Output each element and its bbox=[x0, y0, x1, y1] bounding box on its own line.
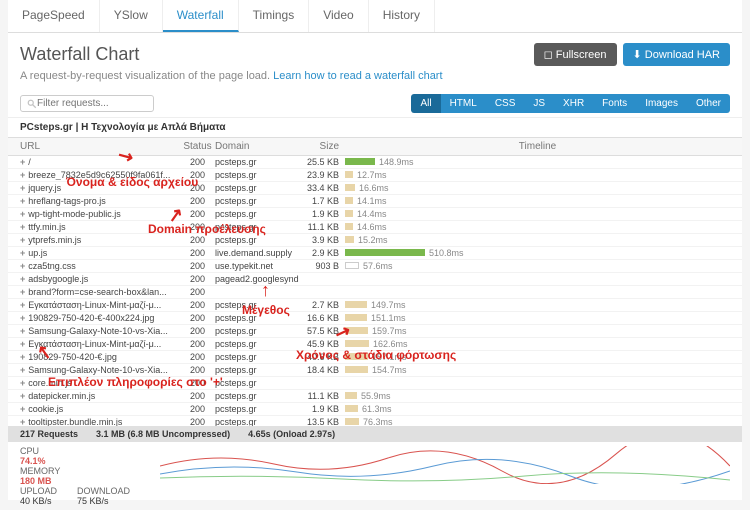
filter-xhr[interactable]: XHR bbox=[554, 94, 593, 113]
expand-icon[interactable]: + bbox=[20, 391, 25, 401]
table-row[interactable]: +brand?form=cse-search-box&lan...200 bbox=[8, 286, 742, 299]
table-row[interactable]: +jquery.js200pcsteps.gr33.4 KB16.6ms bbox=[8, 182, 742, 195]
learn-link[interactable]: Learn how to read a waterfall chart bbox=[273, 70, 442, 82]
table-row[interactable]: +up.js200live.demand.supply2.9 KB510.8ms bbox=[8, 247, 742, 260]
expand-icon[interactable]: + bbox=[20, 326, 25, 336]
fullscreen-button[interactable]: ◻ Fullscreen bbox=[534, 43, 617, 66]
table-row[interactable]: +adsbygoogle.js200pagead2.googlesynd bbox=[8, 273, 742, 286]
expand-icon[interactable]: + bbox=[20, 300, 25, 310]
table-row[interactable]: +tooltipster.bundle.min.js200pcsteps.gr1… bbox=[8, 416, 742, 426]
expand-icon[interactable]: + bbox=[20, 287, 25, 297]
tab-pagespeed[interactable]: PageSpeed bbox=[8, 0, 100, 32]
table-row[interactable]: +ytprefs.min.js200pcsteps.gr3.9 KB15.2ms bbox=[8, 234, 742, 247]
search-icon bbox=[27, 99, 37, 109]
metrics-graph bbox=[160, 446, 730, 484]
expand-icon[interactable]: + bbox=[20, 183, 25, 193]
table-row[interactable]: +Samsung-Galaxy-Note-10-vs-Xia...200pcst… bbox=[8, 325, 742, 338]
table-row[interactable]: +cza5tng.css200use.typekit.net903 B57.6m… bbox=[8, 260, 742, 273]
filter-fonts[interactable]: Fonts bbox=[593, 94, 636, 113]
filter-js[interactable]: JS bbox=[524, 94, 554, 113]
table-row[interactable]: +Εγκατάσταση-Linux-Mint-μαζί-μ...200pcst… bbox=[8, 299, 742, 312]
expand-icon[interactable]: + bbox=[20, 170, 25, 180]
expand-icon[interactable]: + bbox=[20, 261, 25, 271]
search-input[interactable] bbox=[37, 98, 147, 109]
table-row[interactable]: +hreflang-tags-pro.js200pcsteps.gr1.7 KB… bbox=[8, 195, 742, 208]
har-page-title: PCsteps.gr | Η Τεχνολογία με Απλά Βήματα bbox=[8, 118, 742, 138]
expand-icon[interactable]: + bbox=[20, 365, 25, 375]
main-tabs: PageSpeedYSlowWaterfallTimingsVideoHisto… bbox=[8, 0, 742, 33]
expand-icon[interactable]: + bbox=[20, 196, 25, 206]
tab-video[interactable]: Video bbox=[309, 0, 368, 32]
col-timeline[interactable]: Timeline bbox=[345, 141, 730, 152]
col-status[interactable]: Status bbox=[180, 141, 215, 152]
table-row[interactable]: +cookie.js200pcsteps.gr1.9 KB61.3ms bbox=[8, 403, 742, 416]
search-input-wrap[interactable] bbox=[20, 95, 154, 112]
table-row[interactable]: +datepicker.min.js200pcsteps.gr11.1 KB55… bbox=[8, 390, 742, 403]
table-row[interactable]: +wp-tight-mode-public.js200pcsteps.gr1.9… bbox=[8, 208, 742, 221]
filter-images[interactable]: Images bbox=[636, 94, 687, 113]
tab-history[interactable]: History bbox=[369, 0, 435, 32]
tab-timings[interactable]: Timings bbox=[239, 0, 310, 32]
table-row[interactable]: +breeze_7832e5d9c62550f9fa061f...200pcst… bbox=[8, 169, 742, 182]
table-row[interactable]: +Εγκατάσταση-Linux-Mint-μαζί-μ...200pcst… bbox=[8, 338, 742, 351]
expand-icon[interactable]: + bbox=[20, 378, 25, 388]
tab-yslow[interactable]: YSlow bbox=[100, 0, 163, 32]
filter-other[interactable]: Other bbox=[687, 94, 730, 113]
table-row[interactable]: +ttfy.min.js200pcsteps.gr11.1 KB14.6ms bbox=[8, 221, 742, 234]
expand-icon[interactable]: + bbox=[20, 248, 25, 258]
expand-icon[interactable]: + bbox=[20, 352, 25, 362]
table-body[interactable]: +/200pcsteps.gr25.5 KB148.9ms+breeze_783… bbox=[8, 156, 742, 426]
filter-css[interactable]: CSS bbox=[486, 94, 525, 113]
summary-bar: 217 Requests 3.1 MB (6.8 MB Uncompressed… bbox=[8, 426, 742, 442]
table-row[interactable]: +190829-750-420-€-400x224.jpg200pcsteps.… bbox=[8, 312, 742, 325]
table-row[interactable]: +190829-750-420-€.jpg200pcsteps.gr40.6 K… bbox=[8, 351, 742, 364]
download-har-button[interactable]: ⬇ Download HAR bbox=[623, 43, 730, 66]
expand-icon[interactable]: + bbox=[20, 339, 25, 349]
expand-icon[interactable]: + bbox=[20, 209, 25, 219]
filter-html[interactable]: HTML bbox=[441, 94, 486, 113]
expand-icon[interactable]: + bbox=[20, 313, 25, 323]
expand-icon[interactable]: + bbox=[20, 157, 25, 167]
tab-waterfall[interactable]: Waterfall bbox=[163, 0, 239, 32]
expand-icon[interactable]: + bbox=[20, 404, 25, 414]
table-row[interactable]: +Samsung-Galaxy-Note-10-vs-Xia...200pcst… bbox=[8, 364, 742, 377]
expand-icon[interactable]: + bbox=[20, 274, 25, 284]
subtitle: A request-by-request visualization of th… bbox=[8, 70, 742, 90]
expand-icon[interactable]: + bbox=[20, 417, 25, 426]
filter-all[interactable]: All bbox=[411, 94, 440, 113]
col-domain[interactable]: Domain bbox=[215, 141, 295, 152]
expand-icon[interactable]: + bbox=[20, 222, 25, 232]
filter-group: AllHTMLCSSJSXHRFontsImagesOther bbox=[411, 94, 730, 113]
col-size[interactable]: Size bbox=[295, 141, 345, 152]
expand-icon[interactable]: + bbox=[20, 235, 25, 245]
col-url[interactable]: URL bbox=[20, 141, 180, 152]
table-row[interactable]: +core.min.js200pcsteps.gr bbox=[8, 377, 742, 390]
page-title: Waterfall Chart bbox=[20, 44, 139, 65]
